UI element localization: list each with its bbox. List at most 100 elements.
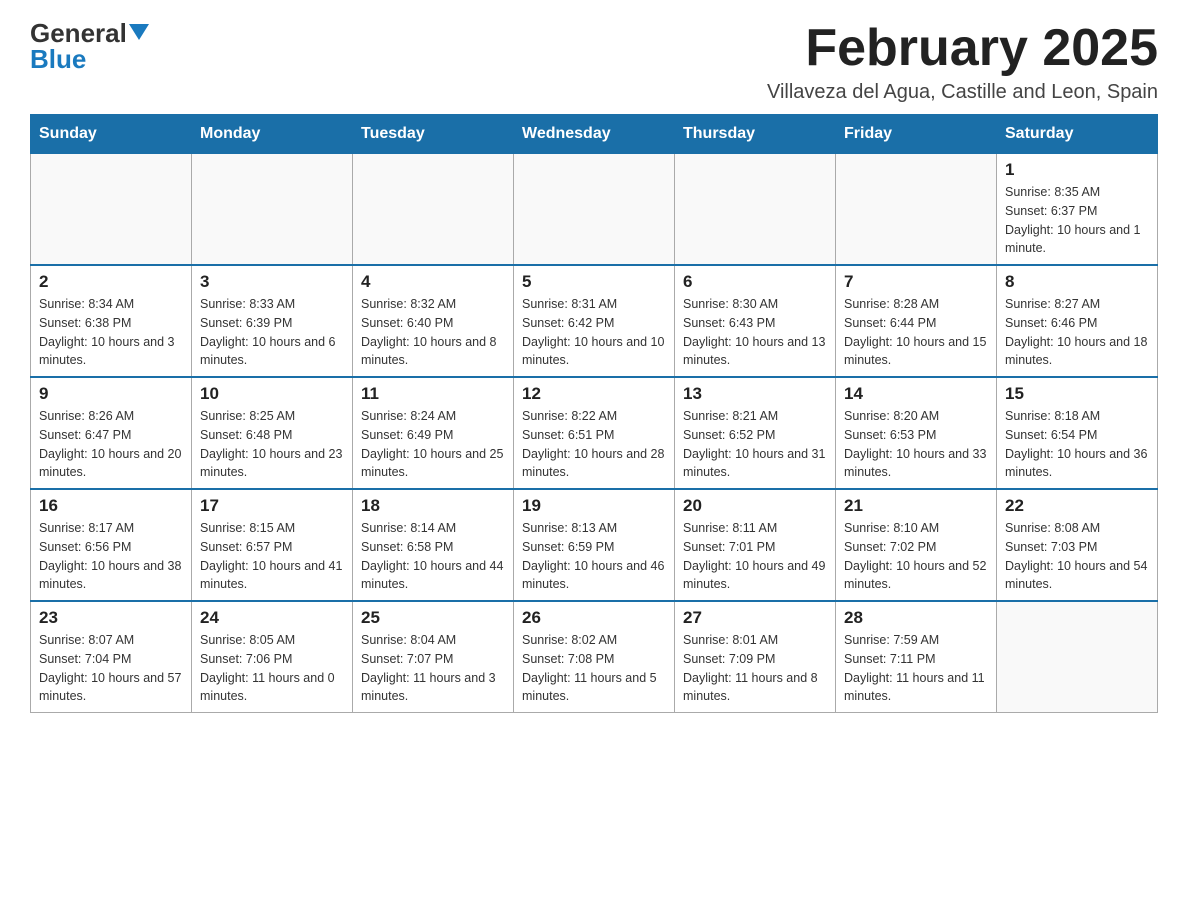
calendar-day-cell: 23 Sunrise: 8:07 AMSunset: 7:04 PMDayligh… [31, 601, 192, 713]
day-number: 2 [39, 272, 183, 292]
day-number: 5 [522, 272, 666, 292]
day-info: Sunrise: 8:17 AMSunset: 6:56 PMDaylight:… [39, 519, 183, 594]
day-info: Sunrise: 8:22 AMSunset: 6:51 PMDaylight:… [522, 407, 666, 482]
logo-wordmark: General Blue [30, 20, 149, 72]
calendar-week-row: 23 Sunrise: 8:07 AMSunset: 7:04 PMDayligh… [31, 601, 1158, 713]
calendar-day-cell: 26 Sunrise: 8:02 AMSunset: 7:08 PMDayligh… [514, 601, 675, 713]
day-number: 21 [844, 496, 988, 516]
day-number: 9 [39, 384, 183, 404]
day-number: 25 [361, 608, 505, 628]
calendar-day-cell: 24Sunrise: 8:05 AMSunset: 7:06 PMDayligh… [192, 601, 353, 713]
calendar-day-cell: 11 Sunrise: 8:24 AMSunset: 6:49 PMDayligh… [353, 377, 514, 489]
calendar-day-cell: 14 Sunrise: 8:20 AMSunset: 6:53 PMDayligh… [836, 377, 997, 489]
calendar-day-cell [675, 154, 836, 266]
calendar-day-cell [997, 601, 1158, 713]
day-number: 8 [1005, 272, 1149, 292]
day-number: 26 [522, 608, 666, 628]
day-number: 18 [361, 496, 505, 516]
day-info: Sunrise: 8:13 AMSunset: 6:59 PMDaylight:… [522, 519, 666, 594]
day-number: 11 [361, 384, 505, 404]
day-number: 28 [844, 608, 988, 628]
day-number: 1 [1005, 160, 1149, 180]
day-info: Sunrise: 8:31 AMSunset: 6:42 PMDaylight:… [522, 295, 666, 370]
calendar-day-cell: 18 Sunrise: 8:14 AMSunset: 6:58 PMDayligh… [353, 489, 514, 601]
day-info: Sunrise: 8:04 AMSunset: 7:07 PMDaylight:… [361, 631, 505, 706]
calendar-day-cell: 4Sunrise: 8:32 AMSunset: 6:40 PMDaylight… [353, 265, 514, 377]
day-of-week-header: Friday [836, 115, 997, 154]
day-info: Sunrise: 8:10 AMSunset: 7:02 PMDaylight:… [844, 519, 988, 594]
calendar-day-cell: 1 Sunrise: 8:35 AMSunset: 6:37 PMDaylight… [997, 154, 1158, 266]
day-of-week-header: Wednesday [514, 115, 675, 154]
logo-general-word: General [30, 20, 127, 46]
calendar-day-cell [836, 154, 997, 266]
calendar-day-cell: 17 Sunrise: 8:15 AMSunset: 6:57 PMDayligh… [192, 489, 353, 601]
day-info: Sunrise: 8:18 AMSunset: 6:54 PMDaylight:… [1005, 407, 1149, 482]
day-number: 3 [200, 272, 344, 292]
day-of-week-header: Thursday [675, 115, 836, 154]
day-number: 12 [522, 384, 666, 404]
day-of-week-header: Tuesday [353, 115, 514, 154]
calendar-day-cell: 19 Sunrise: 8:13 AMSunset: 6:59 PMDayligh… [514, 489, 675, 601]
day-info: Sunrise: 8:02 AMSunset: 7:08 PMDaylight:… [522, 631, 666, 706]
day-info: Sunrise: 8:15 AMSunset: 6:57 PMDaylight:… [200, 519, 344, 594]
day-number: 15 [1005, 384, 1149, 404]
day-info: Sunrise: 8:26 AMSunset: 6:47 PMDaylight:… [39, 407, 183, 482]
day-info: Sunrise: 8:34 AMSunset: 6:38 PMDaylight:… [39, 295, 183, 370]
calendar-table: SundayMondayTuesdayWednesdayThursdayFrid… [30, 114, 1158, 713]
day-info: Sunrise: 8:07 AMSunset: 7:04 PMDaylight:… [39, 631, 183, 706]
logo-general-text: General [30, 20, 149, 46]
calendar-header-row: SundayMondayTuesdayWednesdayThursdayFrid… [31, 115, 1158, 154]
day-of-week-header: Sunday [31, 115, 192, 154]
day-number: 20 [683, 496, 827, 516]
calendar-day-cell: 15 Sunrise: 8:18 AMSunset: 6:54 PMDayligh… [997, 377, 1158, 489]
calendar-day-cell [514, 154, 675, 266]
calendar-day-cell: 20Sunrise: 8:11 AMSunset: 7:01 PMDayligh… [675, 489, 836, 601]
calendar-day-cell [31, 154, 192, 266]
day-number: 23 [39, 608, 183, 628]
calendar-day-cell: 8 Sunrise: 8:27 AMSunset: 6:46 PMDaylight… [997, 265, 1158, 377]
day-info: Sunrise: 8:08 AMSunset: 7:03 PMDaylight:… [1005, 519, 1149, 594]
day-number: 19 [522, 496, 666, 516]
day-number: 24 [200, 608, 344, 628]
logo-arrow-icon [129, 24, 149, 44]
month-title: February 2025 [767, 20, 1158, 77]
day-info: Sunrise: 8:24 AMSunset: 6:49 PMDaylight:… [361, 407, 505, 482]
calendar-day-cell: 5 Sunrise: 8:31 AMSunset: 6:42 PMDaylight… [514, 265, 675, 377]
day-number: 16 [39, 496, 183, 516]
calendar-day-cell: 13Sunrise: 8:21 AMSunset: 6:52 PMDayligh… [675, 377, 836, 489]
day-info: Sunrise: 8:30 AMSunset: 6:43 PMDaylight:… [683, 295, 827, 370]
calendar-day-cell: 22Sunrise: 8:08 AMSunset: 7:03 PMDayligh… [997, 489, 1158, 601]
day-info: Sunrise: 8:27 AMSunset: 6:46 PMDaylight:… [1005, 295, 1149, 370]
day-info: Sunrise: 8:14 AMSunset: 6:58 PMDaylight:… [361, 519, 505, 594]
page-header: General Blue February 2025 Villaveza del… [30, 20, 1158, 104]
calendar-day-cell [192, 154, 353, 266]
day-info: Sunrise: 8:28 AMSunset: 6:44 PMDaylight:… [844, 295, 988, 370]
day-number: 17 [200, 496, 344, 516]
day-info: Sunrise: 8:01 AMSunset: 7:09 PMDaylight:… [683, 631, 827, 706]
day-info: Sunrise: 8:20 AMSunset: 6:53 PMDaylight:… [844, 407, 988, 482]
day-of-week-header: Monday [192, 115, 353, 154]
day-info: Sunrise: 8:21 AMSunset: 6:52 PMDaylight:… [683, 407, 827, 482]
day-of-week-header: Saturday [997, 115, 1158, 154]
calendar-day-cell: 16 Sunrise: 8:17 AMSunset: 6:56 PMDayligh… [31, 489, 192, 601]
calendar-week-row: 16 Sunrise: 8:17 AMSunset: 6:56 PMDayligh… [31, 489, 1158, 601]
day-info: Sunrise: 8:25 AMSunset: 6:48 PMDaylight:… [200, 407, 344, 482]
calendar-day-cell: 6Sunrise: 8:30 AMSunset: 6:43 PMDaylight… [675, 265, 836, 377]
day-info: Sunrise: 8:32 AMSunset: 6:40 PMDaylight:… [361, 295, 505, 370]
day-number: 7 [844, 272, 988, 292]
calendar-day-cell: 12 Sunrise: 8:22 AMSunset: 6:51 PMDayligh… [514, 377, 675, 489]
day-info: Sunrise: 8:35 AMSunset: 6:37 PMDaylight:… [1005, 183, 1149, 258]
calendar-day-cell: 28 Sunrise: 7:59 AMSunset: 7:11 PMDayligh… [836, 601, 997, 713]
calendar-day-cell: 25 Sunrise: 8:04 AMSunset: 7:07 PMDayligh… [353, 601, 514, 713]
calendar-day-cell: 3 Sunrise: 8:33 AMSunset: 6:39 PMDaylight… [192, 265, 353, 377]
day-number: 14 [844, 384, 988, 404]
day-info: Sunrise: 8:33 AMSunset: 6:39 PMDaylight:… [200, 295, 344, 370]
day-info: Sunrise: 7:59 AMSunset: 7:11 PMDaylight:… [844, 631, 988, 706]
calendar-day-cell: 9 Sunrise: 8:26 AMSunset: 6:47 PMDaylight… [31, 377, 192, 489]
location-subtitle: Villaveza del Agua, Castille and Leon, S… [767, 81, 1158, 104]
calendar-day-cell: 7 Sunrise: 8:28 AMSunset: 6:44 PMDaylight… [836, 265, 997, 377]
day-number: 10 [200, 384, 344, 404]
calendar-day-cell: 21 Sunrise: 8:10 AMSunset: 7:02 PMDayligh… [836, 489, 997, 601]
calendar-week-row: 9 Sunrise: 8:26 AMSunset: 6:47 PMDaylight… [31, 377, 1158, 489]
calendar-day-cell: 2 Sunrise: 8:34 AMSunset: 6:38 PMDaylight… [31, 265, 192, 377]
